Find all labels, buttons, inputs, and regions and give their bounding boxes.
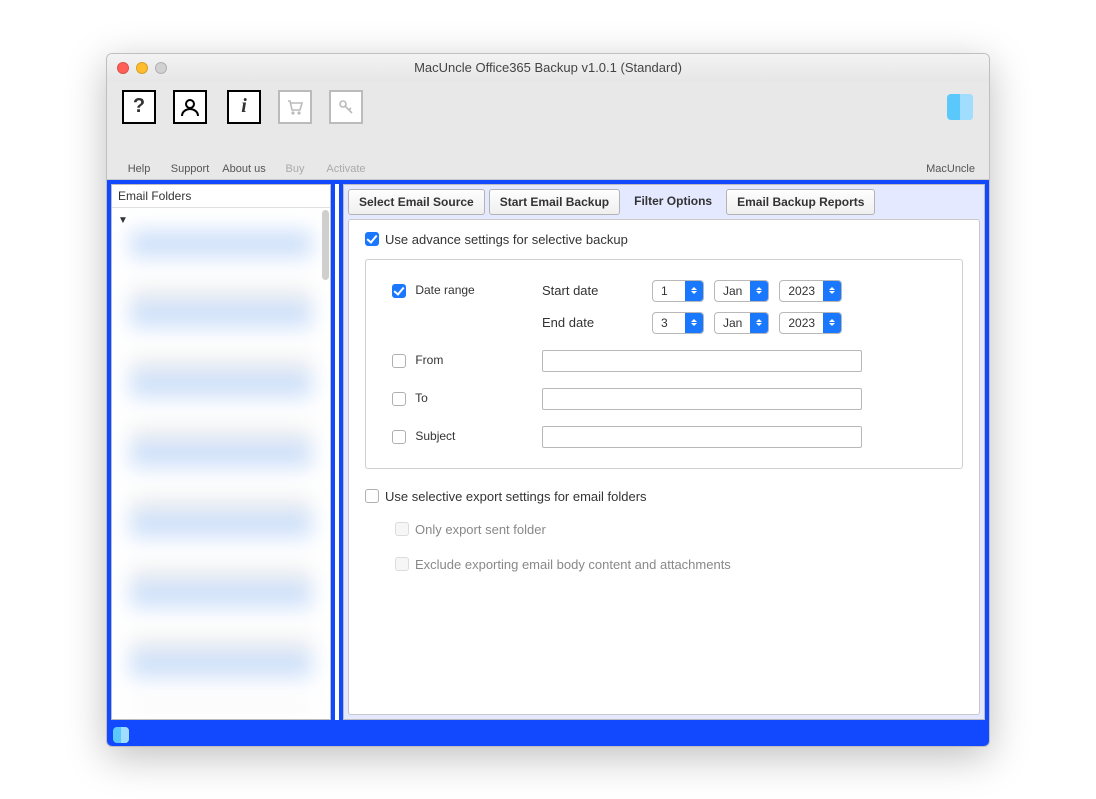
from-checkbox[interactable] [392, 354, 406, 368]
stepper-arrows-icon [685, 313, 703, 333]
tab-filter-options[interactable]: Filter Options [624, 189, 722, 215]
toolbar-support-label: Support [163, 163, 217, 175]
from-label: From [415, 353, 443, 367]
filter-pane: Use advance settings for selective backu… [348, 219, 980, 715]
finder-icon [947, 94, 973, 120]
stepper-arrows-icon [685, 281, 703, 301]
sidebar-scrollbar[interactable] [322, 210, 329, 280]
use-selective-label: Use selective export settings for email … [385, 489, 647, 504]
filter-fieldset: Date range Start date 1 Jan 2023 End dat… [365, 259, 963, 469]
end-date-selects: 3 Jan 2023 [652, 312, 936, 334]
status-bar [107, 724, 989, 746]
tab-select-source[interactable]: Select Email Source [348, 189, 485, 215]
subject-row: Subject [392, 426, 936, 448]
minimize-window-button[interactable] [136, 62, 148, 74]
stepper-arrows-icon [750, 313, 768, 333]
toolbar-brand-label: MacUncle [926, 163, 981, 175]
date-range-grid: Date range Start date 1 Jan 2023 End dat… [392, 280, 936, 334]
tab-start-backup[interactable]: Start Email Backup [489, 189, 620, 215]
toolbar-brand-icon [947, 90, 981, 124]
only-sent-checkbox [395, 522, 409, 536]
to-input[interactable] [542, 388, 862, 410]
content-area: Email Folders ▼ Select Email Source Star… [107, 180, 989, 724]
exclude-body-label: Exclude exporting email body content and… [415, 557, 731, 572]
subject-label: Subject [415, 429, 455, 443]
start-date-selects: 1 Jan 2023 [652, 280, 936, 302]
selective-sub-options: Only export sent folder Exclude exportin… [365, 522, 963, 572]
use-advance-row: Use advance settings for selective backu… [365, 232, 963, 247]
only-sent-row: Only export sent folder [395, 522, 963, 537]
toolbar: ? i [107, 82, 989, 160]
end-day-select[interactable]: 3 [652, 312, 704, 334]
finder-icon [113, 727, 129, 743]
exclude-body-checkbox [395, 557, 409, 571]
end-year-select[interactable]: 2023 [779, 312, 842, 334]
end-month-select[interactable]: Jan [714, 312, 769, 334]
tab-reports[interactable]: Email Backup Reports [726, 189, 875, 215]
titlebar: MacUncle Office365 Backup v1.0.1 (Standa… [107, 54, 989, 82]
date-range-checkbox[interactable] [392, 284, 406, 298]
start-year-select[interactable]: 2023 [779, 280, 842, 302]
toolbar-activate[interactable] [319, 90, 373, 124]
use-selective-row: Use selective export settings for email … [365, 489, 963, 504]
info-icon: i [227, 90, 261, 124]
date-range-label: Date range [415, 283, 474, 297]
end-date-label: End date [542, 315, 652, 330]
toolbar-help-label: Help [115, 163, 163, 175]
close-window-button[interactable] [117, 62, 129, 74]
toolbar-labels: Help Support About us Buy Activate MacUn… [107, 160, 989, 180]
use-advance-checkbox[interactable] [365, 232, 379, 246]
help-icon: ? [122, 90, 156, 124]
sidebar: Email Folders ▼ [111, 184, 331, 720]
toolbar-about-label: About us [217, 163, 271, 175]
use-advance-label: Use advance settings for selective backu… [385, 232, 628, 247]
from-input[interactable] [542, 350, 862, 372]
exclude-body-row: Exclude exporting email body content and… [395, 557, 963, 572]
only-sent-label: Only export sent folder [415, 522, 546, 537]
support-icon [173, 90, 207, 124]
cart-icon [278, 90, 312, 124]
subject-checkbox[interactable] [392, 430, 406, 444]
toolbar-support[interactable] [163, 90, 217, 124]
stepper-arrows-icon [750, 281, 768, 301]
tab-bar: Select Email Source Start Email Backup F… [344, 185, 984, 215]
toolbar-buy-label: Buy [271, 163, 319, 175]
main-panel: Select Email Source Start Email Backup F… [343, 184, 985, 720]
subject-input[interactable] [542, 426, 862, 448]
start-month-select[interactable]: Jan [714, 280, 769, 302]
date-range-row: Date range [392, 283, 542, 298]
stepper-arrows-icon [823, 313, 841, 333]
toolbar-activate-label: Activate [319, 163, 373, 175]
toolbar-help[interactable]: ? [115, 90, 163, 124]
toolbar-buy[interactable] [271, 90, 319, 124]
stepper-arrows-icon [823, 281, 841, 301]
use-selective-checkbox[interactable] [365, 489, 379, 503]
from-row: From [392, 350, 936, 372]
start-day-select[interactable]: 1 [652, 280, 704, 302]
zoom-window-button[interactable] [155, 62, 167, 74]
window-controls [117, 62, 167, 74]
tree-root-caret[interactable]: ▼ [118, 215, 128, 226]
to-checkbox[interactable] [392, 392, 406, 406]
sidebar-title: Email Folders [112, 185, 330, 208]
to-label: To [415, 391, 428, 405]
folder-tree[interactable]: ▼ [112, 208, 330, 719]
key-icon [329, 90, 363, 124]
to-row: To [392, 388, 936, 410]
app-window: MacUncle Office365 Backup v1.0.1 (Standa… [106, 53, 990, 747]
window-title: MacUncle Office365 Backup v1.0.1 (Standa… [107, 60, 989, 75]
start-date-label: Start date [542, 283, 652, 298]
toolbar-about[interactable]: i [217, 90, 271, 124]
folder-list-blurred [130, 230, 312, 709]
splitter[interactable] [335, 184, 339, 720]
